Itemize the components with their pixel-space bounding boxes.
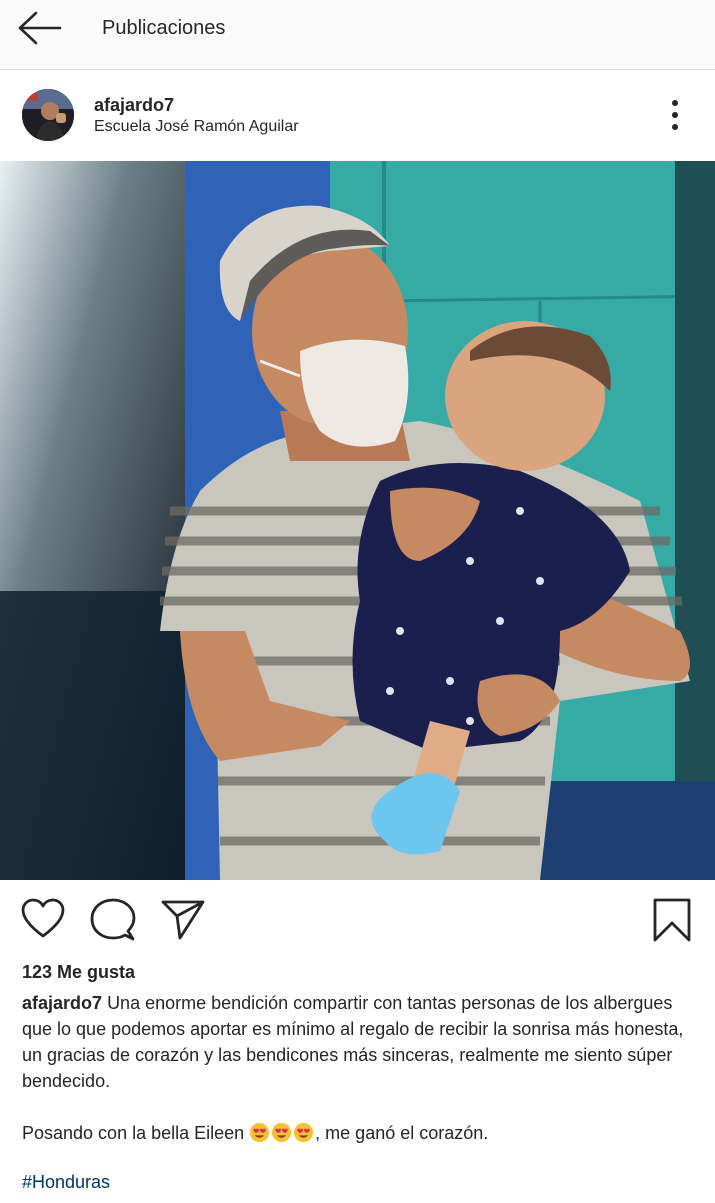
post-image: [0, 161, 715, 880]
post-caption: afajardo7 Una enorme bendición compartir…: [22, 990, 692, 1094]
caption-text: Una enorme bendición compartir con tanta…: [22, 993, 684, 1091]
arrow-left-icon: [18, 11, 62, 45]
like-button[interactable]: [20, 898, 66, 945]
heart-eyes-emoji-icon: [250, 1122, 270, 1143]
avatar-image: [22, 89, 74, 141]
page-title: Publicaciones: [102, 17, 226, 39]
post-header: afajardo7 Escuela José Ramón Aguilar: [0, 71, 715, 161]
heart-eyes-emoji-icon: [272, 1122, 292, 1143]
heart-eyes-emoji-icon: [294, 1122, 314, 1143]
avatar[interactable]: [22, 89, 74, 141]
likes-count[interactable]: 123 Me gusta: [22, 962, 135, 983]
heart-icon: [21, 898, 65, 938]
post-location[interactable]: Escuela José Ramón Aguilar: [94, 118, 299, 136]
post-username[interactable]: afajardo7: [94, 95, 174, 116]
caption2-before: Posando con la bella Eileen: [22, 1123, 250, 1143]
heart-eyes-emoji-group: 😍😍😍: [249, 1122, 315, 1143]
more-options-button[interactable]: [660, 99, 690, 133]
bookmark-icon: [653, 898, 691, 942]
save-button[interactable]: [652, 898, 692, 947]
more-vertical-icon: [672, 100, 678, 130]
post-photo[interactable]: [0, 161, 715, 880]
caption-username[interactable]: afajardo7: [22, 993, 102, 1013]
hashtag-link[interactable]: #Honduras: [22, 1172, 110, 1193]
caption2-after: , me ganó el corazón.: [315, 1123, 489, 1143]
back-button[interactable]: [14, 10, 64, 46]
comment-icon: [90, 898, 136, 941]
send-icon: [161, 900, 205, 940]
post-caption-second-paragraph: Posando con la bella Eileen 😍😍😍, me ganó…: [22, 1120, 692, 1146]
post-actions: [0, 880, 715, 960]
comment-button[interactable]: [90, 898, 136, 947]
share-button[interactable]: [160, 898, 206, 945]
top-bar: Publicaciones: [0, 0, 715, 70]
